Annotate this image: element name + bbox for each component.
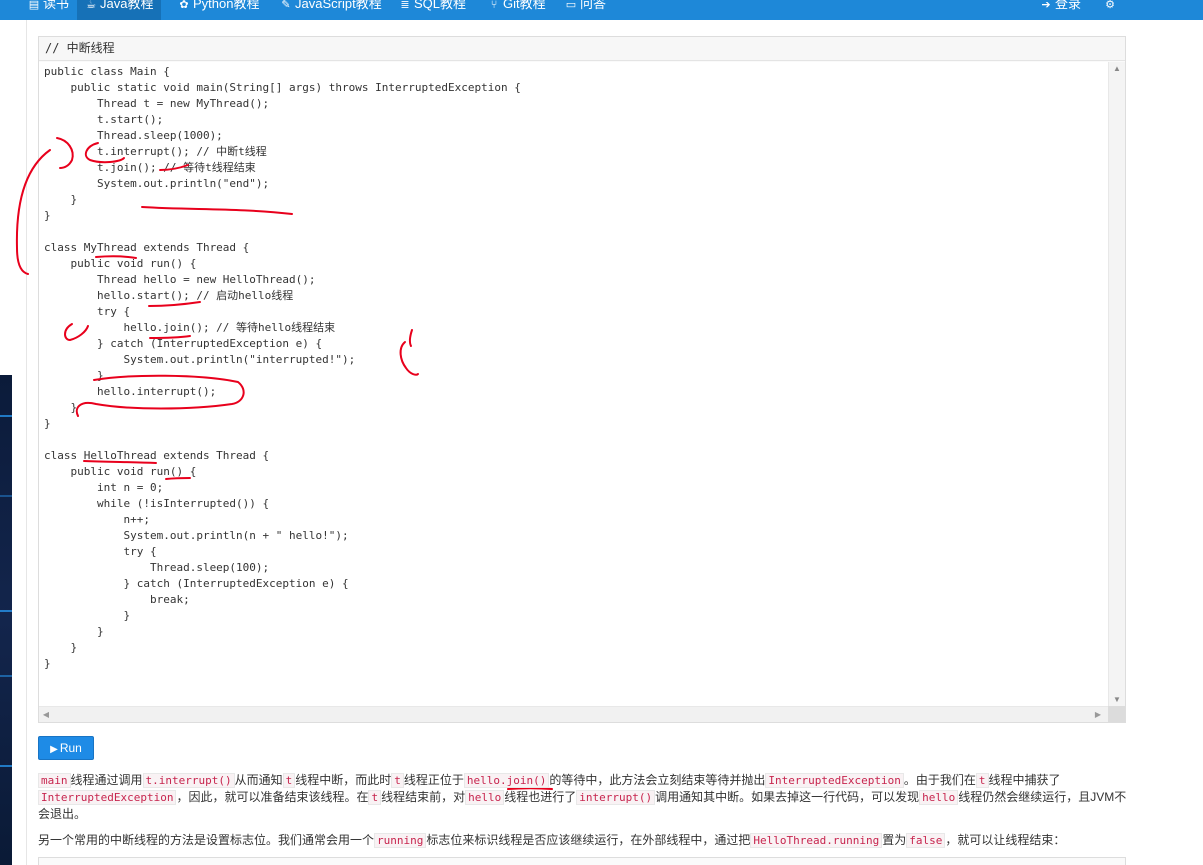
code-line: System.out.println("interrupted!"); bbox=[44, 353, 356, 366]
code-line: hello.start(); // 启动hello线程 bbox=[44, 289, 294, 302]
inline-code: t bbox=[282, 773, 296, 788]
code-line: } bbox=[44, 401, 78, 414]
chat-icon: ▭ bbox=[565, 0, 577, 11]
code-line: } bbox=[44, 609, 131, 622]
code-line: try { bbox=[44, 545, 157, 558]
code-line: } bbox=[44, 209, 51, 222]
code-line: try { bbox=[44, 305, 131, 318]
scroll-right-icon[interactable]: ▶ bbox=[1091, 707, 1105, 722]
code-line: } bbox=[44, 625, 104, 638]
nav-item-qa[interactable]: ▭ 问答 bbox=[557, 0, 614, 20]
inline-code: false bbox=[906, 833, 946, 848]
background-decoration bbox=[0, 375, 12, 865]
inline-code: HelloThread.running bbox=[750, 833, 883, 848]
code-line: } bbox=[44, 417, 51, 430]
code-text: public class Main { public static void m… bbox=[44, 64, 521, 672]
inline-code: interrupt() bbox=[576, 790, 656, 805]
nav-item-books[interactable]: ▤ 读书 bbox=[20, 0, 77, 20]
nav-label: Git教程 bbox=[503, 0, 546, 11]
inline-code: InterruptedException bbox=[38, 790, 177, 805]
cup-icon: ☕ bbox=[86, 0, 96, 11]
nav-label: JavaScript教程 bbox=[295, 0, 382, 11]
code-line: while (!isInterrupted()) { bbox=[44, 497, 270, 510]
code-line: n++; bbox=[44, 513, 150, 526]
code-line: Thread.sleep(100); bbox=[44, 561, 270, 574]
code-line: public void run() { bbox=[44, 465, 197, 478]
scrollbar-corner bbox=[1108, 706, 1125, 722]
code-line: Thread hello = new HelloThread(); bbox=[44, 273, 316, 286]
gear-icon: ⚙ bbox=[1105, 0, 1115, 11]
login-label: 登录 bbox=[1055, 0, 1082, 11]
code-line: } catch (InterruptedException e) { bbox=[44, 577, 349, 590]
play-icon: ▶ bbox=[50, 744, 58, 755]
code-line: break; bbox=[44, 593, 190, 606]
nav-label: 问答 bbox=[580, 0, 607, 11]
nav-item-python[interactable]: ✿ Python教程 bbox=[170, 0, 267, 20]
nav-item-git[interactable]: ⑂ Git教程 bbox=[480, 0, 554, 20]
run-label: Run bbox=[59, 741, 82, 755]
code-line: int n = 0; bbox=[44, 481, 164, 494]
top-nav: ▤ 读书 ☕ Java教程 ✿ Python教程 ✎ JavaScript教程 ≣ SQL… bbox=[0, 0, 1203, 20]
database-icon: ≣ bbox=[400, 0, 410, 11]
git-icon: ⑂ bbox=[490, 0, 498, 11]
code-line: class HelloThread extends Thread { bbox=[44, 449, 270, 462]
code-header: // 中断线程 bbox=[39, 37, 1125, 61]
code-line: hello.interrupt(); bbox=[44, 385, 217, 398]
run-button[interactable]: ▶ Run bbox=[38, 736, 94, 760]
code-line: System.out.println(n + " hello!"); bbox=[44, 529, 349, 542]
scroll-up-icon[interactable]: ▲ bbox=[1109, 62, 1125, 76]
inline-code: t bbox=[368, 790, 382, 805]
code-line: public class Main { bbox=[44, 65, 170, 78]
python-icon: ✿ bbox=[179, 0, 189, 11]
vertical-scrollbar[interactable]: ▲ ▼ bbox=[1108, 62, 1125, 707]
code-area[interactable]: public class Main { public static void m… bbox=[39, 62, 1109, 707]
book-icon: ▤ bbox=[28, 0, 40, 11]
inline-code: InterruptedException bbox=[765, 773, 904, 788]
code-line: Thread t = new MyThread(); bbox=[44, 97, 270, 110]
inline-code: main bbox=[38, 773, 71, 788]
horizontal-scrollbar[interactable]: ◀ ▶ bbox=[39, 706, 1109, 722]
nav-label: Java教程 bbox=[100, 0, 154, 11]
nav-label: SQL教程 bbox=[414, 0, 467, 11]
code-line: public static void main(String[] args) t… bbox=[44, 81, 521, 94]
code-line: hello.join(); // 等待hello线程结束 bbox=[44, 321, 336, 334]
scroll-down-icon[interactable]: ▼ bbox=[1109, 693, 1125, 707]
code-line: System.out.println("end"); bbox=[44, 177, 270, 190]
nav-item-java[interactable]: ☕ Java教程 bbox=[77, 0, 162, 20]
next-code-block bbox=[38, 857, 1126, 865]
nav-item-sql[interactable]: ≣ SQL教程 bbox=[391, 0, 474, 20]
code-editor: // 中断线程 public class Main { public stati… bbox=[38, 36, 1126, 723]
code-line: class MyThread extends Thread { bbox=[44, 241, 250, 254]
inline-code: t bbox=[391, 773, 404, 788]
code-line: public void run() { bbox=[44, 257, 197, 270]
flag-paragraph: 另一个常用的中断线程的方法是设置标志位。我们通常会用一个 running 标志位来标… bbox=[38, 833, 1066, 848]
inline-code: hello.join() bbox=[463, 773, 550, 788]
inline-code: t.interrupt() bbox=[142, 773, 235, 788]
explanation-paragraph: main 线程通过调用 t.interrupt() 从而通知 t 线程中断，而此时 t 线程正… bbox=[38, 773, 1127, 821]
inline-code: hello bbox=[919, 790, 959, 805]
content-divider bbox=[26, 20, 27, 865]
nav-label: Python教程 bbox=[193, 0, 260, 11]
code-line: } bbox=[44, 193, 78, 206]
inline-code: t bbox=[975, 773, 989, 788]
inline-code: hello bbox=[465, 790, 505, 805]
inline-code: running bbox=[374, 833, 427, 848]
code-line: Thread.sleep(1000); bbox=[44, 129, 223, 142]
settings-button[interactable]: ⚙ bbox=[1096, 0, 1127, 20]
code-line: } catch (InterruptedException e) { bbox=[44, 337, 323, 350]
nav-item-javascript[interactable]: ✎ JavaScript教程 bbox=[272, 0, 390, 20]
code-line: t.join(); // 等待t线程结束 bbox=[44, 161, 256, 174]
login-icon: ➔ bbox=[1041, 0, 1051, 11]
code-line: t.interrupt(); // 中断t线程 bbox=[44, 145, 267, 158]
js-icon: ✎ bbox=[281, 0, 291, 11]
code-line: } bbox=[44, 369, 104, 382]
code-line: } bbox=[44, 641, 78, 654]
scroll-left-icon[interactable]: ◀ bbox=[39, 707, 53, 722]
code-line: } bbox=[44, 657, 51, 670]
code-line: t.start(); bbox=[44, 113, 164, 126]
nav-label: 读书 bbox=[43, 0, 70, 11]
login-link[interactable]: ➔ 登录 bbox=[1032, 0, 1089, 20]
